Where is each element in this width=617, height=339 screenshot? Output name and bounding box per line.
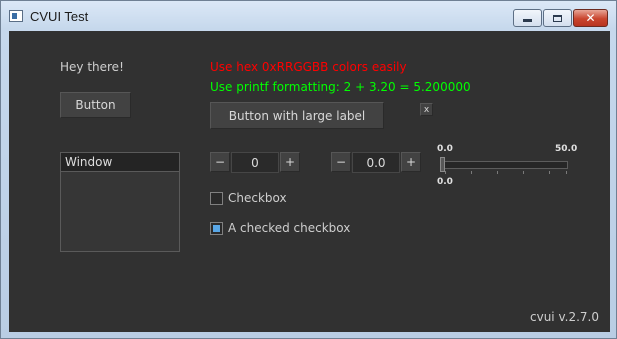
- greeting-text: Hey there!: [60, 60, 124, 74]
- window-panel-body: [60, 172, 180, 252]
- counter-float-increment-button[interactable]: +: [401, 152, 421, 172]
- button[interactable]: Button: [60, 92, 131, 118]
- trackbar[interactable]: [440, 161, 568, 174]
- maximize-icon: [553, 14, 562, 22]
- trackbar-min-label: 0.0: [437, 144, 453, 154]
- trackbar-max-label: 50.0: [555, 144, 578, 154]
- maximize-button[interactable]: [543, 9, 572, 27]
- checked-checkbox[interactable]: [210, 222, 223, 235]
- x-button[interactable]: x: [420, 103, 433, 116]
- checkbox-label: Checkbox: [228, 191, 287, 205]
- cvui-canvas: Hey there! Button Use hex 0xRRGGBB color…: [9, 31, 610, 332]
- red-text: Use hex 0xRRGGBB colors easily: [210, 60, 407, 74]
- version-text: cvui v.2.7.0: [530, 310, 599, 324]
- checkbox[interactable]: [210, 192, 223, 205]
- close-icon: ✕: [585, 11, 596, 25]
- trackbar-tick: [471, 171, 472, 174]
- trackbar-tick: [445, 171, 446, 174]
- close-button[interactable]: ✕: [573, 9, 608, 27]
- trackbar-tick: [523, 171, 524, 174]
- counter-float-value: 0.0: [352, 152, 400, 173]
- trackbar-tick: [549, 171, 550, 174]
- window-panel-title[interactable]: Window: [60, 152, 180, 172]
- trackbar-thumb[interactable]: [440, 157, 445, 172]
- counter-int-increment-button[interactable]: +: [280, 152, 300, 172]
- app-window: CVUI Test ✕ Hey there! Button Use hex 0x…: [0, 0, 617, 339]
- trackbar-tick: [566, 171, 567, 174]
- trackbar-tick: [497, 171, 498, 174]
- minimize-button[interactable]: [513, 9, 542, 27]
- trackbar-value-label: 0.0: [437, 177, 453, 187]
- checked-checkbox-label: A checked checkbox: [228, 221, 351, 235]
- counter-float-decrement-button[interactable]: −: [331, 152, 351, 172]
- counter-int-decrement-button[interactable]: −: [210, 152, 230, 172]
- green-text: Use printf formatting: 2 + 3.20 = 5.2000…: [210, 80, 471, 94]
- app-icon: [9, 10, 23, 22]
- counter-int-value: 0: [231, 152, 279, 173]
- minimize-icon: [523, 19, 532, 22]
- window-title: CVUI Test: [30, 9, 89, 24]
- title-bar[interactable]: CVUI Test ✕: [1, 1, 616, 31]
- large-label-button[interactable]: Button with large label: [210, 102, 384, 129]
